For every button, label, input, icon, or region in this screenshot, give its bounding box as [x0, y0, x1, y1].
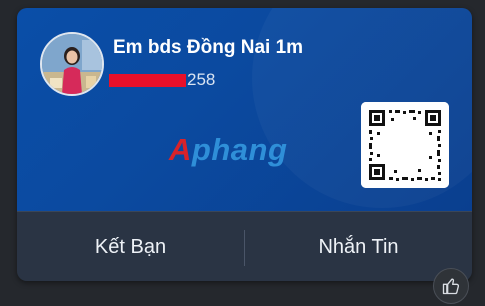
phone-number: 258 — [109, 69, 215, 91]
profile-card-header: Em bds Đồng Nai 1m 258 Aphang — [17, 8, 472, 211]
avatar[interactable] — [40, 32, 104, 96]
qr-code-icon — [361, 102, 449, 188]
profile-name: Em bds Đồng Nai 1m — [113, 37, 304, 58]
send-message-button[interactable]: Nhắn Tin — [245, 212, 472, 281]
add-friend-button[interactable]: Kết Bạn — [17, 212, 244, 281]
profile-card: Em bds Đồng Nai 1m 258 Aphang Kết Bạn Nh… — [17, 8, 472, 281]
phone-redaction — [109, 73, 186, 87]
qr-code[interactable] — [361, 102, 449, 188]
phone-suffix: 258 — [187, 70, 216, 89]
action-bar: Kết Bạn Nhắn Tin — [17, 211, 472, 281]
screen: Em bds Đồng Nai 1m 258 Aphang Kết Bạn Nh… — [0, 0, 485, 306]
avatar-photo — [42, 34, 102, 94]
watermark-logo: Aphang — [169, 132, 288, 167]
like-button[interactable] — [433, 268, 469, 304]
thumbs-up-icon — [442, 278, 460, 295]
